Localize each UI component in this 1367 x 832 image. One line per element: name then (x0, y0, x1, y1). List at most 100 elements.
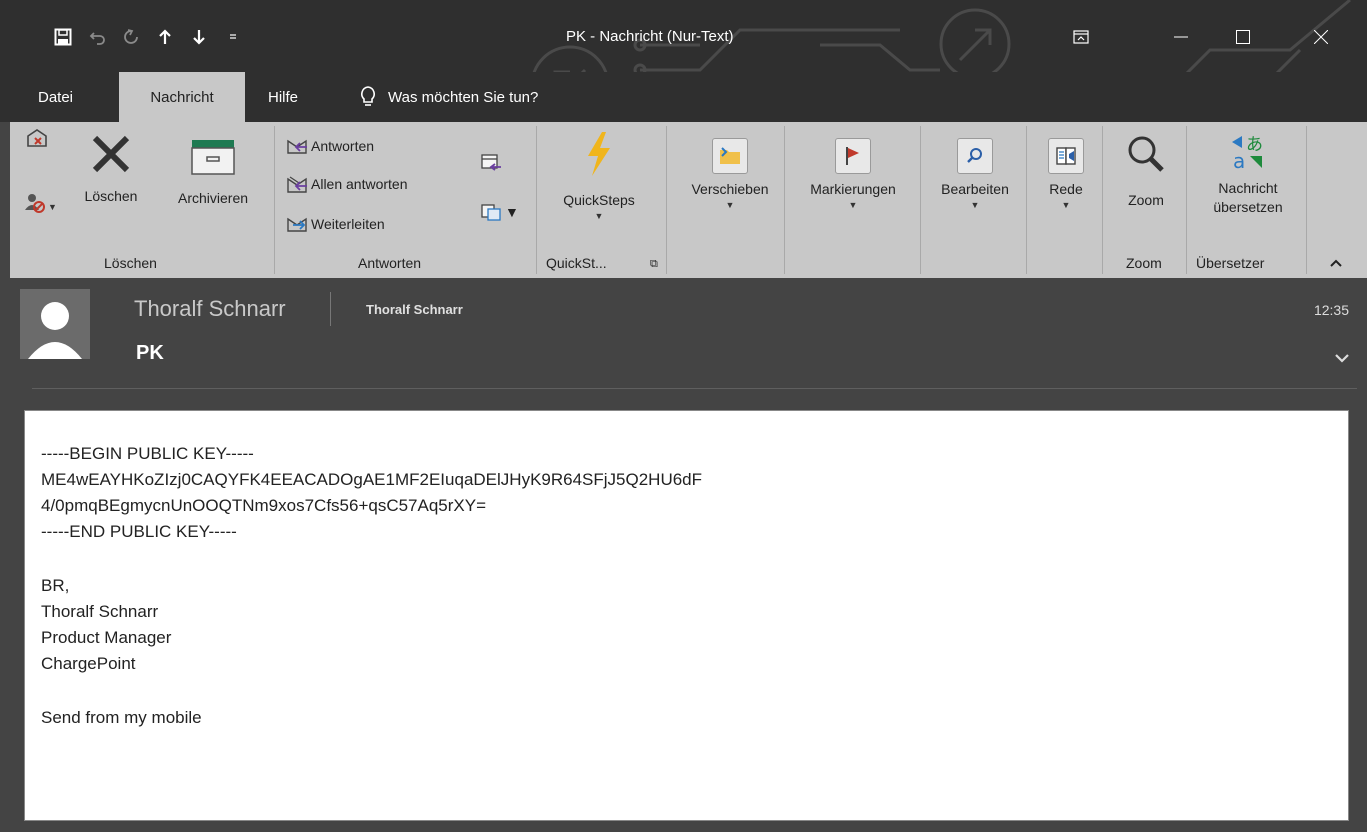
tab-hilfe[interactable]: Hilfe (258, 72, 308, 122)
previous-item-icon[interactable] (148, 22, 182, 52)
reply-button[interactable]: Antworten (286, 136, 374, 156)
delete-button[interactable]: Löschen (66, 134, 156, 206)
body-line: -----BEGIN PUBLIC KEY----- (41, 444, 254, 463)
translate-button[interactable]: あa Nachricht übersetzen (1190, 132, 1306, 217)
group-separator (536, 126, 537, 274)
quicksteps-label: QuickSteps (563, 192, 635, 208)
group-label-antworten: Antworten (358, 255, 422, 271)
tags-caret: ▼ (848, 200, 858, 210)
speech-button[interactable]: Rede ▼ (1030, 138, 1102, 211)
tags-label: Markierungen (810, 181, 896, 197)
group-separator (1102, 126, 1103, 274)
forward-icon (286, 214, 308, 234)
forward-button[interactable]: Weiterleiten (286, 214, 385, 234)
meeting-reply-button[interactable] (480, 152, 505, 172)
reply-label: Antworten (311, 138, 375, 154)
zoom-button[interactable]: Zoom (1106, 134, 1186, 210)
speech-label: Rede (1049, 181, 1083, 197)
group-label-quicksteps: QuickSt... (546, 255, 607, 271)
group-label-zoom: Zoom (1126, 255, 1162, 271)
next-item-icon[interactable] (182, 22, 216, 52)
more-respond-caret: ▼ (505, 204, 519, 220)
svg-text:a: a (1233, 149, 1245, 172)
maximize-icon[interactable] (1220, 20, 1266, 54)
group-label-translate: Übersetzer (1196, 255, 1265, 271)
move-label: Verschieben (691, 181, 769, 197)
tell-me-label: Was möchten Sie tun? (388, 88, 539, 106)
customize-qat-icon[interactable] (216, 22, 250, 52)
message-subject: PK (136, 342, 164, 364)
translate-label-line2: übersetzen (1213, 199, 1283, 215)
chevron-down-icon[interactable] (1335, 350, 1349, 368)
editing-caret: ▼ (970, 200, 980, 210)
body-line: Thoralf Schnarr (41, 602, 159, 621)
translate-label-line1: Nachricht (1218, 180, 1278, 196)
group-separator (274, 126, 275, 274)
redo-icon[interactable] (114, 22, 148, 52)
archive-label: Archivieren (177, 190, 249, 206)
editing-button[interactable]: Bearbeiten ▼ (922, 138, 1028, 211)
undo-icon[interactable] (80, 22, 114, 52)
immersive-reader-icon (1048, 138, 1084, 174)
group-separator (1306, 126, 1307, 274)
junk-button[interactable]: ▼ (22, 190, 62, 217)
tab-datei[interactable]: Datei (28, 72, 83, 122)
window-title: PK - Nachricht (Nur-Text) (566, 28, 734, 45)
sender-name[interactable]: Thoralf Schnarr (134, 296, 286, 322)
ribbon-display-options-icon[interactable] (1058, 20, 1104, 54)
ignore-icon (25, 126, 49, 153)
quicksteps-caret: ▼ (594, 211, 604, 221)
group-separator (1186, 126, 1187, 274)
delete-icon (91, 134, 131, 177)
body-line: ChargePoint (41, 654, 136, 673)
reply-icon (286, 136, 308, 156)
quicksteps-button[interactable]: QuickSteps ▼ (540, 130, 658, 222)
reply-all-label: Allen antworten (311, 176, 408, 192)
tags-button[interactable]: Markierungen ▼ (788, 138, 918, 211)
recipient-name[interactable]: Thoralf Schnarr (366, 302, 463, 317)
forward-label: Weiterleiten (311, 216, 385, 232)
body-line: BR, (41, 576, 70, 595)
reply-all-icon (286, 174, 308, 194)
body-line: 4/0pmqBEgmycnUnOOQTNm9xos7Cfs56+qsC57Aq5… (41, 496, 487, 515)
move-folder-icon (712, 138, 748, 174)
message-body[interactable]: -----BEGIN PUBLIC KEY----- ME4wEAYHKoZIz… (24, 410, 1349, 821)
group-separator (666, 126, 667, 274)
avatar (20, 289, 90, 359)
dialog-launcher-icon[interactable]: ⧉ (650, 258, 658, 271)
save-icon[interactable] (46, 22, 80, 52)
close-icon[interactable] (1298, 20, 1344, 54)
meeting-reply-icon (480, 152, 502, 172)
lightning-icon (584, 130, 614, 181)
message-header: Thoralf Schnarr Thoralf Schnarr PK 12:35 (10, 278, 1367, 391)
archive-icon (190, 138, 236, 179)
flag-icon (835, 138, 871, 174)
body-line: ME4wEAYHKoZIzj0CAQYFK4EEACADOgAE1MF2EIuq… (41, 470, 703, 489)
body-line: Send from my mobile (41, 708, 202, 727)
group-separator (784, 126, 785, 274)
search-icon (957, 138, 993, 174)
collapse-ribbon-icon[interactable] (1330, 254, 1342, 270)
ribbon: ▼ Löschen Archivieren Löschen Antworten … (10, 122, 1367, 278)
header-divider-line (32, 388, 1357, 389)
lightbulb-icon (360, 86, 376, 108)
archive-button[interactable]: Archivieren (158, 138, 268, 208)
body-line: Product Manager (41, 628, 172, 647)
group-separator (1026, 126, 1027, 274)
delete-label: Löschen (84, 188, 138, 204)
body-blank-line (41, 677, 1332, 705)
tab-nachricht[interactable]: Nachricht (119, 72, 245, 122)
editing-label: Bearbeiten (941, 181, 1009, 197)
reply-all-button[interactable]: Allen antworten (286, 174, 408, 194)
minimize-icon[interactable] (1158, 20, 1204, 54)
zoom-label: Zoom (1128, 192, 1164, 208)
message-time: 12:35 (1313, 302, 1349, 318)
zoom-icon (1126, 134, 1166, 177)
tell-me-search[interactable]: Was möchten Sie tun? (350, 72, 548, 122)
move-caret: ▼ (725, 200, 735, 210)
more-respond-button[interactable]: ▼ (480, 202, 519, 222)
body-line: -----END PUBLIC KEY----- (41, 522, 237, 541)
move-button[interactable]: Verschieben ▼ (670, 138, 790, 211)
ignore-button[interactable] (22, 126, 52, 153)
ribbon-tabs: Datei Nachricht Hilfe Was möchten Sie tu… (0, 72, 1367, 122)
